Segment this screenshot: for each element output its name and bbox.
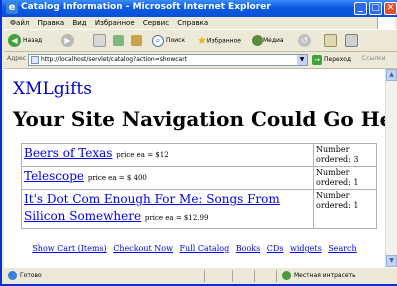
nav-cds[interactable]: CDs	[267, 244, 284, 253]
media-label: Медиа	[263, 37, 284, 44]
qty-label: Number ordered:	[316, 168, 351, 187]
window-title: Catalog Information - Microsoft Internet…	[21, 2, 271, 12]
mail-icon	[324, 34, 337, 47]
back-button[interactable]: ◀ Назад	[8, 33, 42, 49]
ie-icon: e	[6, 2, 18, 14]
status-divider	[204, 270, 205, 282]
back-label: Назад	[23, 37, 43, 44]
media-button[interactable]: Медиа	[252, 33, 284, 49]
status-text: Готово	[20, 272, 42, 279]
media-icon	[252, 35, 263, 46]
qty-cell: Number ordered: 1	[313, 166, 377, 190]
vertical-scrollbar[interactable]: ▲ ▼	[385, 69, 397, 267]
title-bar: e Catalog Information - Microsoft Intern…	[2, 0, 397, 17]
qty-label: Number ordered:	[316, 145, 351, 164]
status-text-container: Готово	[8, 268, 42, 283]
stop-button[interactable]	[93, 33, 106, 49]
history-icon: ↺	[298, 34, 311, 47]
print-button[interactable]	[345, 33, 358, 49]
cart-row: Telescope price ea = $ 400 Number ordere…	[21, 166, 377, 190]
cart-item-cell: Telescope price ea = $ 400	[21, 166, 314, 190]
scroll-down-icon[interactable]: ▼	[386, 255, 397, 267]
menu-view[interactable]: Вид	[72, 19, 86, 27]
maximize-button[interactable]: □	[369, 2, 382, 15]
cart-row: It's Dot Com Enough For Me: Songs From S…	[21, 189, 377, 229]
page-heading: Your Site Navigation Could Go Here	[13, 107, 385, 131]
refresh-button[interactable]	[113, 33, 124, 49]
cart-item-cell: It's Dot Com Enough For Me: Songs From S…	[21, 189, 314, 229]
qty-cell: Number ordered: 3	[313, 143, 377, 167]
address-input[interactable]: http://localhost/servlet/catalog?action=…	[28, 54, 308, 66]
security-zone: Местная интрасеть	[282, 268, 356, 283]
cart-table: Beers of Texas price ea = $12 Number ord…	[21, 143, 377, 229]
item-price: price ea = $12	[116, 151, 169, 159]
nav-books[interactable]: Books	[236, 244, 260, 253]
qty-value: 3	[353, 155, 359, 164]
status-divider	[254, 270, 255, 282]
windows-logo-icon	[377, 17, 395, 29]
toolbar: ◀ Назад ▶ ⌕ Поиск ★Избранное Медиа ↺	[4, 29, 397, 52]
address-label: Адрес	[7, 55, 27, 62]
forward-button[interactable]: ▶	[61, 33, 76, 49]
go-arrow-icon: →	[312, 54, 322, 65]
forward-arrow-icon: ▶	[61, 34, 74, 47]
history-button[interactable]: ↺	[298, 33, 313, 49]
qty-cell: Number ordered: 1	[313, 189, 377, 229]
menu-edit[interactable]: Правка	[38, 19, 65, 27]
cart-item-cell: Beers of Texas price ea = $12	[21, 143, 314, 167]
item-link-beers-of-texas[interactable]: Beers of Texas	[24, 146, 112, 160]
back-arrow-icon: ◀	[8, 34, 21, 47]
menu-help[interactable]: Справка	[177, 19, 208, 27]
favorites-label: Избранное	[206, 37, 241, 45]
status-divider	[276, 270, 277, 282]
search-button[interactable]: ⌕ Поиск	[152, 33, 185, 49]
print-icon	[345, 34, 358, 47]
qty-label: Number ordered:	[316, 191, 351, 210]
search-label: Поиск	[166, 37, 186, 44]
address-url: http://localhost/servlet/catalog?action=…	[41, 56, 188, 63]
nav-checkout[interactable]: Checkout Now	[113, 244, 173, 253]
address-dropdown-icon[interactable]: ▼	[297, 55, 307, 65]
menu-tools[interactable]: Сервис	[143, 19, 169, 27]
home-icon	[131, 35, 142, 46]
mail-button[interactable]	[324, 33, 337, 49]
menu-file[interactable]: Файл	[10, 19, 29, 27]
status-bar: Готово Местная интрасеть	[4, 267, 397, 284]
stop-icon	[93, 34, 106, 47]
nav-search[interactable]: Search	[328, 244, 356, 253]
search-icon: ⌕	[152, 34, 164, 47]
zone-text: Местная интрасеть	[294, 272, 356, 279]
nav-widgets[interactable]: widgets	[290, 244, 322, 253]
page-content: XMLgifts Your Site Navigation Could Go H…	[4, 69, 385, 267]
nav-show-cart[interactable]: Show Cart (Items)	[32, 244, 106, 253]
page-icon	[31, 56, 39, 64]
bottom-navigation: Show Cart (Items) Checkout Now Full Cata…	[4, 244, 385, 253]
links-label[interactable]: Ссылки	[362, 55, 386, 62]
cart-row: Beers of Texas price ea = $12 Number ord…	[21, 143, 377, 167]
menu-bar: Файл Правка Вид Избранное Сервис Справка	[4, 17, 397, 29]
item-link-telescope[interactable]: Telescope	[24, 169, 84, 183]
status-divider	[232, 270, 233, 282]
go-label: Переход	[324, 56, 352, 63]
scroll-up-icon[interactable]: ▲	[386, 69, 397, 81]
minimize-button[interactable]: _	[354, 2, 367, 15]
menu-favorites[interactable]: Избранное	[95, 19, 135, 27]
qty-value: 1	[353, 201, 359, 210]
page-status-icon	[8, 271, 17, 280]
nav-full-catalog[interactable]: Full Catalog	[180, 244, 230, 253]
close-button[interactable]: ✕	[384, 2, 397, 15]
go-button[interactable]: → Переход	[312, 54, 351, 66]
favorites-button[interactable]: ★Избранное	[197, 33, 241, 49]
home-button[interactable]	[131, 33, 142, 49]
item-price: price ea = $ 400	[87, 174, 147, 182]
site-logo: XMLgifts	[13, 79, 92, 99]
browser-window: e Catalog Information - Microsoft Intern…	[0, 0, 397, 286]
address-bar: Адрес http://localhost/servlet/catalog?a…	[4, 52, 397, 69]
item-price: price ea = $12.99	[144, 214, 209, 222]
qty-value: 1	[353, 178, 359, 187]
star-icon: ★	[197, 34, 207, 47]
refresh-icon	[113, 35, 124, 46]
intranet-zone-icon	[282, 271, 291, 280]
